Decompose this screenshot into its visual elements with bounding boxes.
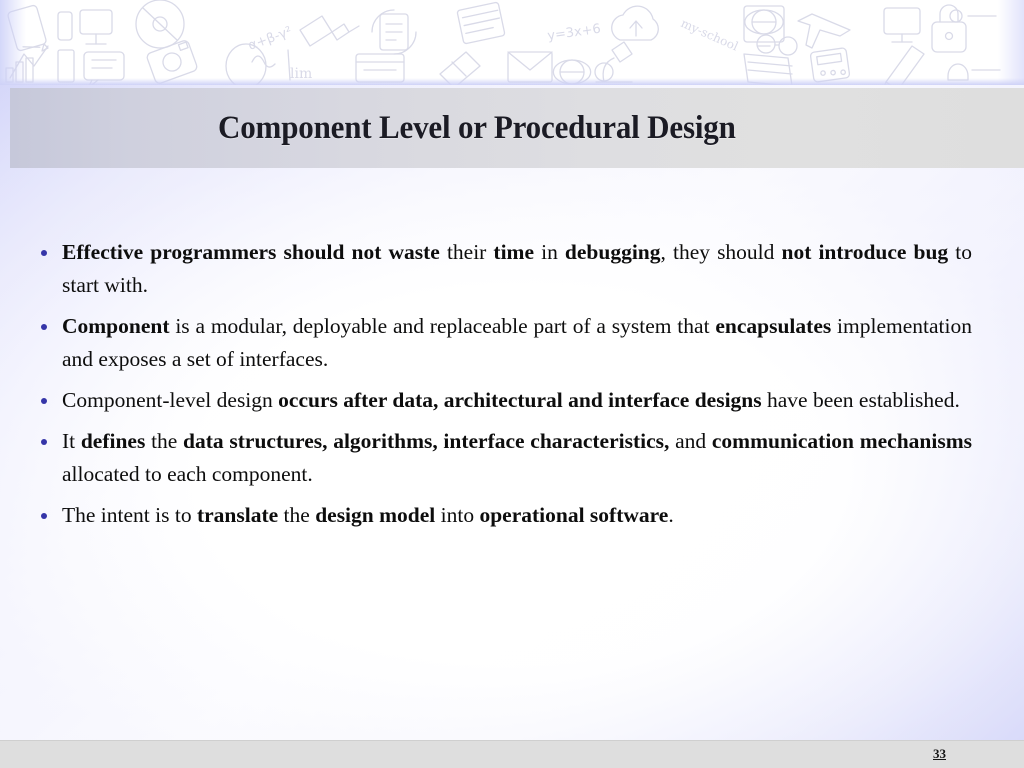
bullet-text-run: communication mechanisms [711,429,972,453]
doodle-header-band: α+β-γ² y=3x+6 my-school lim [0,0,1024,85]
globe-grid-icon [743,5,785,47]
footer-bar: 33 [0,740,1024,768]
bullet-text-run: operational software [479,503,669,527]
bullet-text-run: the [151,429,184,453]
bullet-text-run: translate [196,503,284,527]
bullet-text-run: design model [315,503,441,527]
bullet-text-run: have been established. [767,388,960,412]
svg-text:my-school: my-school [679,16,741,54]
bullet-text-run: , they should [660,240,782,264]
slide: α+β-γ² y=3x+6 my-school lim Component Le… [0,0,1024,768]
bullet-text-run: the [283,503,316,527]
bullet-component-definition: Component is a modular, deployable and r… [34,310,972,376]
bullet-text-run: data structures, algorithms, interface c… [183,429,676,453]
slide-body: Effective programmers should not waste t… [0,176,1024,540]
notebook-icon [456,1,506,45]
bullet-text-run: is a modular, deployable and replaceable… [175,314,716,338]
desktop-icon [883,7,921,43]
bullet-text-run: encapsulates [715,314,838,338]
bullet-text-run: Component [62,314,176,338]
microscope-icon [594,41,633,83]
bullet-text-run: Effective programmers should not waste [62,240,447,264]
page-number: 33 [933,746,946,761]
handwriting-icon: my-school [679,16,741,54]
bullet-intent-translate: The intent is to translate the design mo… [34,499,972,532]
bullet-text-run: allocated to each component. [62,462,313,486]
phone-monitor-icon [57,9,113,45]
bullet-text-run: in [541,240,565,264]
doodle-left-fade [0,0,26,85]
document-recycle-icon [371,9,417,55]
svg-text:α+β-γ²: α+β-γ² [246,24,294,54]
doodle-bottom-fade [0,78,1024,85]
bulb-line-icon [949,9,997,23]
bullet-text-run: into [440,503,480,527]
bullet-text-run: time [493,240,542,264]
bullet-it-defines: It defines the data structures, algorith… [34,425,972,491]
disc-icon [135,0,185,49]
bullet-effective-programmers: Effective programmers should not waste t… [34,236,972,302]
bullet-text-run: not introduce bug [781,240,956,264]
title-banner: Component Level or Procedural Design [10,88,1024,168]
bullet-text-run: and [675,429,712,453]
slide-title: Component Level or Procedural Design [218,109,736,146]
bullet-text-run: Component-level design [62,388,279,412]
bullet-text-run: . [668,503,674,527]
bullet-text-run: occurs after data, architectural and int… [278,388,767,412]
bullet-text-run: debugging [564,240,661,264]
bullet-list: Effective programmers should not waste t… [34,236,972,532]
cloud-upload-icon [611,5,659,41]
doodle-right-fade [998,0,1024,85]
bullet-component-level-design: Component-level design occurs after data… [34,384,972,417]
bullet-text-run: their [446,240,494,264]
bullet-text-run: defines [80,429,152,453]
svg-text:y=3x+6: y=3x+6 [546,22,601,44]
bullet-text-run: It [62,429,81,453]
bullet-text-run: The intent is to [62,503,197,527]
usb-drive-icon [299,15,360,47]
plane-icon [797,13,851,49]
equation-linear-icon: y=3x+6 [546,22,601,44]
